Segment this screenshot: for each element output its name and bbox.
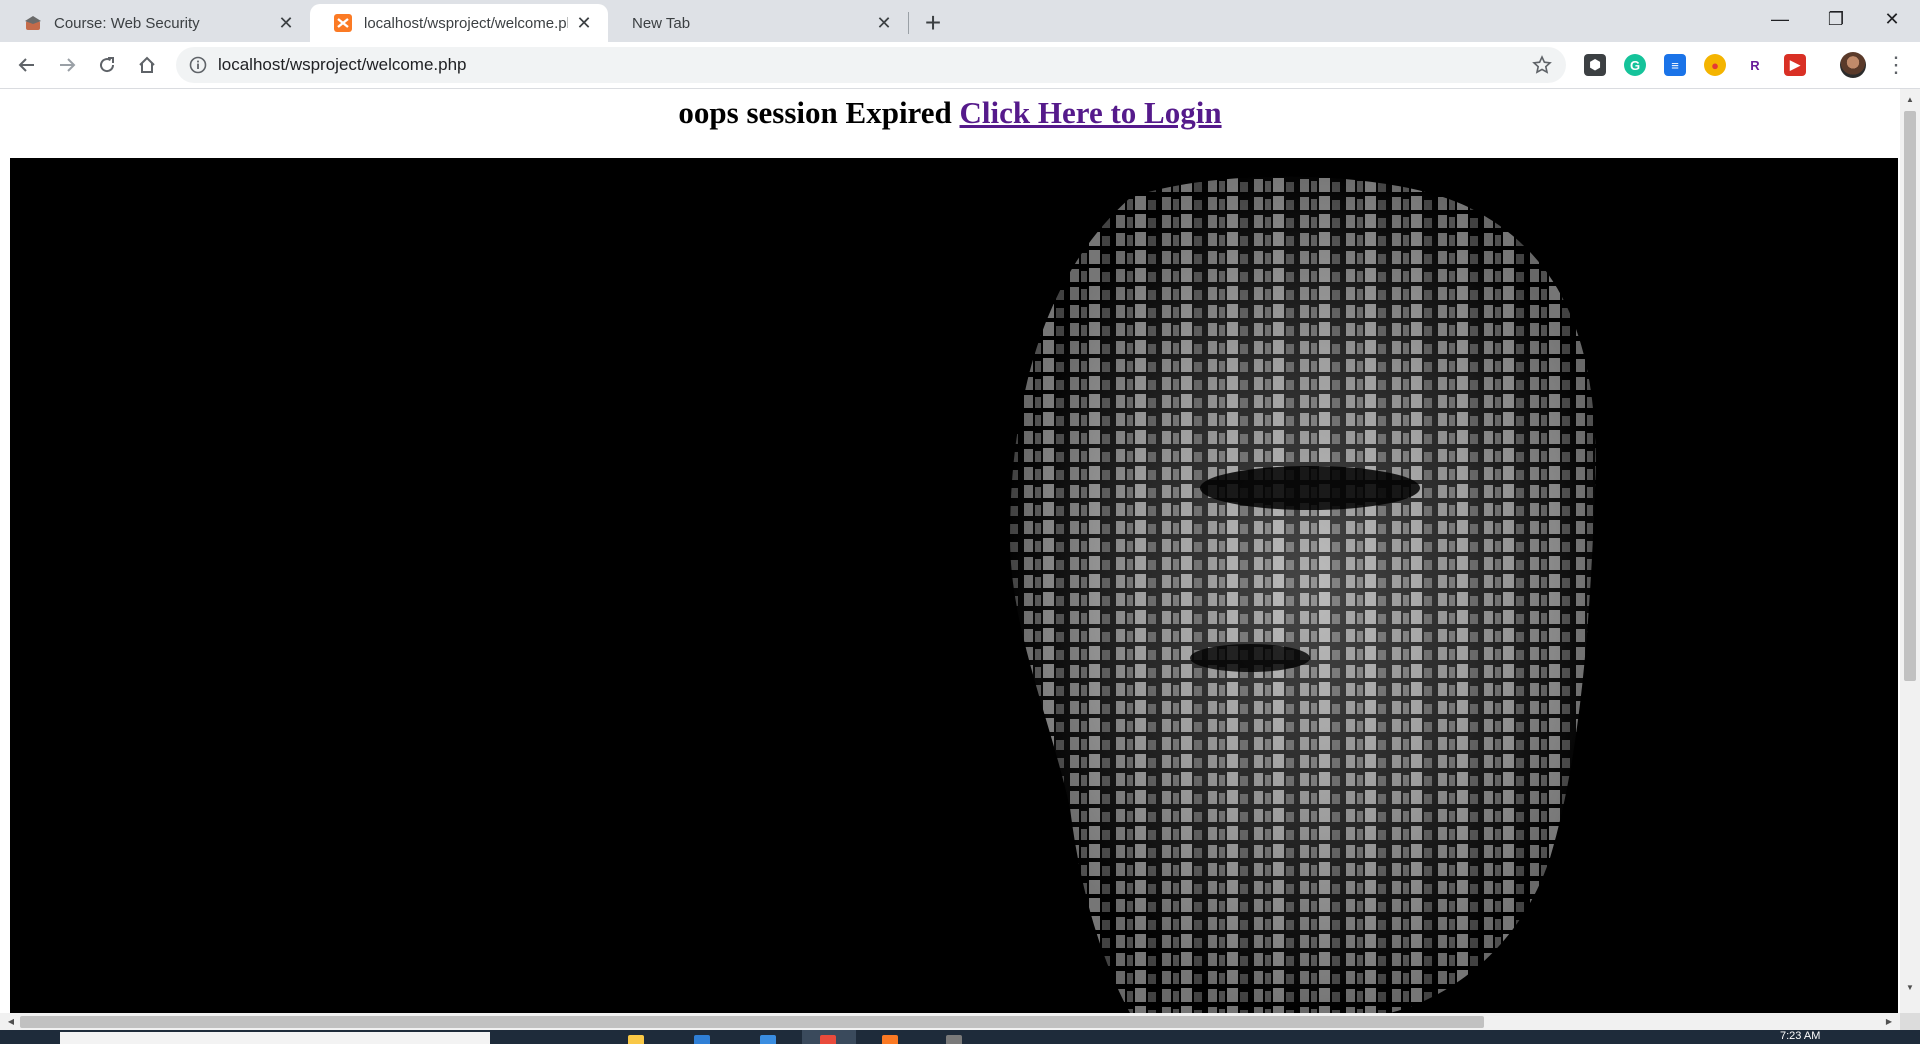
home-icon — [139, 56, 155, 73]
session-expired-message: oops session Expired — [678, 95, 952, 130]
edge-icon[interactable] — [694, 1035, 710, 1044]
taskbar-search-box[interactable] — [60, 1032, 490, 1044]
palette-icon[interactable]: ● — [1704, 54, 1726, 76]
bookmark-star-icon[interactable] — [1528, 51, 1556, 79]
vertical-scroll-thumb[interactable] — [1904, 111, 1916, 681]
xampp-icon — [334, 14, 352, 32]
reader-icon[interactable]: ≡ — [1664, 54, 1686, 76]
page-viewport: oops session Expired Click Here to Login — [0, 89, 1920, 1013]
video-extension-icon[interactable]: ▶ — [1784, 54, 1806, 76]
hero-image — [10, 158, 1898, 1013]
tab-title: New Tab — [632, 14, 691, 32]
app-taskbar-icon[interactable] — [946, 1035, 962, 1044]
store-icon[interactable] — [760, 1035, 776, 1044]
address-bar[interactable]: localhost/wsproject/welcome.php — [176, 47, 1566, 83]
arrow-right-icon — [60, 58, 76, 72]
grammarly-icon[interactable]: G — [1624, 54, 1646, 76]
tab-welcome[interactable]: localhost/wsproject/welcome.php ✕ — [310, 4, 608, 42]
home-button[interactable] — [131, 49, 163, 81]
reload-button[interactable] — [91, 49, 123, 81]
browser-toolbar: localhost/wsproject/welcome.php ⬢ G ≡ ● … — [0, 42, 1920, 89]
tab-separator — [908, 12, 909, 34]
url-text[interactable]: localhost/wsproject/welcome.php — [218, 55, 1528, 75]
tab-title: Course: Web Security — [54, 14, 200, 32]
password-manager-icon[interactable]: ⬢ — [1584, 54, 1606, 76]
scroll-left-arrow-icon[interactable]: ◀ — [2, 1013, 20, 1030]
scroll-right-arrow-icon[interactable]: ▶ — [1880, 1013, 1898, 1030]
reload-icon — [100, 57, 115, 73]
forward-button[interactable] — [51, 49, 83, 81]
xampp-taskbar-icon[interactable] — [882, 1035, 898, 1044]
file-explorer-icon[interactable] — [628, 1035, 644, 1044]
scroll-up-arrow-icon[interactable]: ▲ — [1900, 91, 1920, 107]
taskbar-clock[interactable]: 7:23 AM — [1780, 1030, 1820, 1042]
close-window-button[interactable]: ✕ — [1864, 0, 1920, 38]
vertical-scrollbar[interactable]: ▲ ▼ — [1900, 89, 1920, 1013]
browser-menu-button[interactable]: ⋮ — [1882, 50, 1910, 80]
scroll-down-arrow-icon[interactable]: ▼ — [1900, 979, 1920, 995]
tab-course-web-security[interactable]: Course: Web Security ✕ — [0, 4, 310, 42]
session-expired-heading: oops session Expired Click Here to Login — [0, 95, 1900, 131]
tab-new-tab[interactable]: New Tab ✕ — [608, 4, 908, 42]
back-button[interactable] — [11, 49, 43, 81]
window-controls: — ❐ ✕ — [1752, 0, 1920, 38]
horizontal-scrollbar[interactable]: ◀ ▶ — [0, 1013, 1900, 1030]
horizontal-scroll-thumb[interactable] — [20, 1016, 1484, 1028]
tab-strip: Course: Web Security ✕ localhost/wsproje… — [0, 0, 1920, 42]
tab-title: localhost/wsproject/welcome.php — [364, 14, 568, 32]
chrome-icon[interactable] — [820, 1035, 836, 1044]
r-extension-icon[interactable]: R — [1744, 54, 1766, 76]
moodle-hat-icon — [25, 16, 41, 30]
new-tab-button[interactable]: + — [918, 7, 948, 38]
scrollbar-corner — [1900, 1013, 1920, 1030]
windows-taskbar: 7:23 AM — [0, 1030, 1920, 1044]
arrow-left-icon — [18, 58, 34, 72]
info-icon[interactable] — [188, 55, 208, 75]
login-link[interactable]: Click Here to Login — [960, 95, 1222, 130]
typographic-face-image — [10, 158, 1898, 1013]
minimize-button[interactable]: — — [1752, 0, 1808, 38]
maximize-button[interactable]: ❐ — [1808, 0, 1864, 38]
close-tab-icon[interactable]: ✕ — [874, 13, 894, 33]
close-tab-icon[interactable]: ✕ — [574, 13, 594, 33]
profile-avatar[interactable] — [1840, 52, 1866, 78]
close-tab-icon[interactable]: ✕ — [276, 13, 296, 33]
